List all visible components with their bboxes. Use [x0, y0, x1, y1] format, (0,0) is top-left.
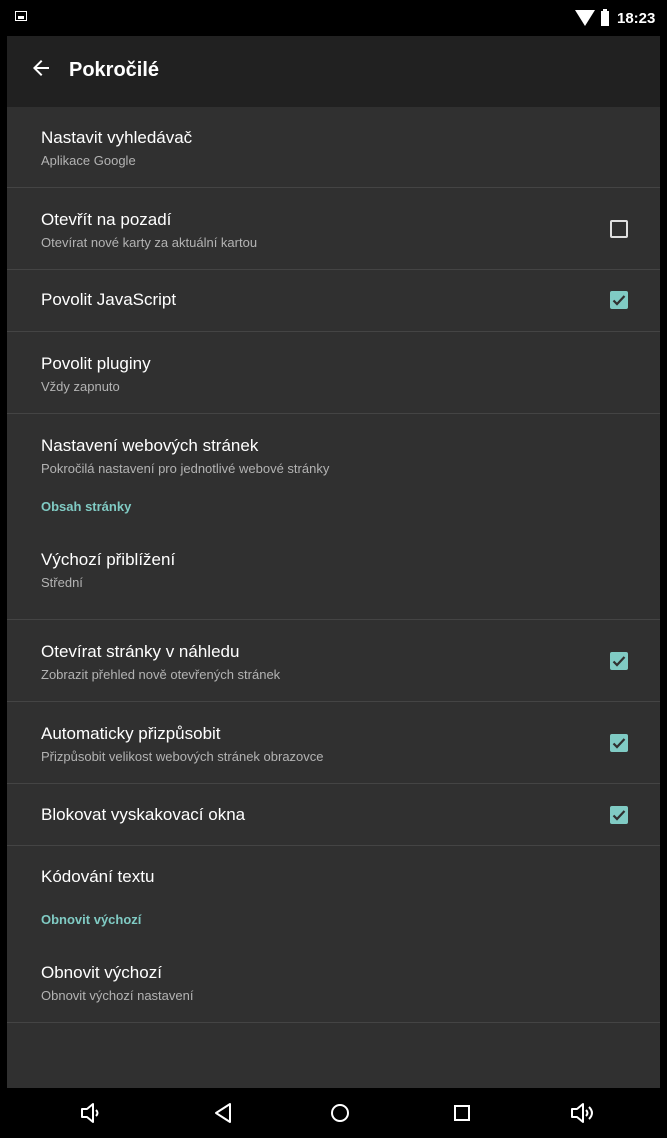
toolbar: Pokročilé: [7, 36, 660, 107]
check-icon: [612, 738, 626, 749]
recents-icon[interactable]: [449, 1100, 475, 1126]
pref-title: Obnovit výchozí: [41, 963, 162, 982]
pref-block-popups[interactable]: Blokovat vyskakovací okna: [7, 784, 660, 846]
pref-title: Výchozí přiblížení: [41, 550, 176, 569]
pref-summary: Přizpůsobit velikost webových stránek ob…: [41, 749, 324, 764]
pref-search-engine[interactable]: Nastavit vyhledávač Aplikace Google: [7, 107, 660, 188]
pref-open-in-overview[interactable]: Otevírat stránky v náhledu Zobrazit přeh…: [7, 620, 660, 702]
category-page-content: Obsah stránky: [7, 499, 660, 538]
check-icon: [612, 295, 626, 306]
pref-website-settings[interactable]: Nastavení webových stránek Pokročilá nas…: [7, 414, 660, 499]
pref-title: Otevírat stránky v náhledu: [41, 642, 240, 661]
category-label: Obsah stránky: [41, 499, 132, 514]
pref-default-zoom[interactable]: Výchozí přiblížení Střední: [7, 538, 660, 620]
status-bar: 18:23: [7, 0, 660, 36]
page-title: Pokročilé: [69, 59, 160, 81]
category-reset: Obnovit výchozí: [7, 912, 660, 950]
pref-enable-javascript[interactable]: Povolit JavaScript: [7, 270, 660, 332]
pref-title: Povolit pluginy: [41, 354, 151, 373]
checkbox-open-in-overview[interactable]: [610, 652, 628, 670]
pref-summary: Střední: [41, 575, 83, 590]
category-label: Obnovit výchozí: [41, 912, 142, 927]
checkbox-open-in-background[interactable]: [610, 220, 628, 238]
pref-summary: Pokročilá nastavení pro jednotlivé webov…: [41, 461, 330, 476]
pref-summary: Otevírat nové karty za aktuální kartou: [41, 235, 258, 250]
volume-down-icon[interactable]: [78, 1100, 104, 1126]
check-icon: [612, 656, 626, 667]
pref-title: Blokovat vyskakovací okna: [41, 805, 246, 824]
pref-open-in-background[interactable]: Otevřít na pozadí Otevírat nové karty za…: [7, 188, 660, 270]
back-arrow-icon[interactable]: [29, 56, 53, 80]
image-notification-icon: [15, 11, 27, 21]
check-icon: [612, 810, 626, 821]
volume-up-icon[interactable]: [570, 1100, 596, 1126]
pref-title: Nastavení webových stránek: [41, 436, 259, 455]
app-frame: 18:23 Pokročilé Nastavit vyhledávač Apli…: [7, 0, 660, 1138]
battery-icon: [601, 9, 609, 26]
pref-summary: Vždy zapnuto: [41, 379, 120, 394]
pref-enable-plugins[interactable]: Povolit pluginy Vždy zapnuto: [7, 332, 660, 414]
pref-summary: Aplikace Google: [41, 153, 136, 168]
checkbox-auto-fit[interactable]: [610, 734, 628, 752]
pref-title: Povolit JavaScript: [41, 290, 177, 309]
pref-auto-fit[interactable]: Automaticky přizpůsobit Přizpůsobit veli…: [7, 702, 660, 784]
pref-summary: Zobrazit přehled nově otevřených stránek: [41, 667, 281, 682]
pref-title: Automaticky přizpůsobit: [41, 724, 221, 743]
checkbox-block-popups[interactable]: [610, 806, 628, 824]
settings-list: Nastavit vyhledávač Aplikace Google Otev…: [7, 107, 660, 1023]
pref-title: Otevřít na pozadí: [41, 210, 172, 229]
pref-reset-defaults[interactable]: Obnovit výchozí Obnovit výchozí nastaven…: [7, 950, 660, 1023]
pref-title: Nastavit vyhledávač: [41, 128, 193, 147]
navigation-bar: [7, 1088, 660, 1138]
pref-text-encoding[interactable]: Kódování textu: [7, 846, 660, 912]
status-time: 18:23: [617, 10, 656, 27]
checkbox-enable-javascript[interactable]: [610, 291, 628, 309]
pref-title: Kódování textu: [41, 867, 155, 886]
home-icon[interactable]: [327, 1100, 353, 1126]
pref-summary: Obnovit výchozí nastavení: [41, 988, 194, 1003]
back-icon[interactable]: [211, 1100, 237, 1126]
wifi-icon: [575, 10, 595, 26]
